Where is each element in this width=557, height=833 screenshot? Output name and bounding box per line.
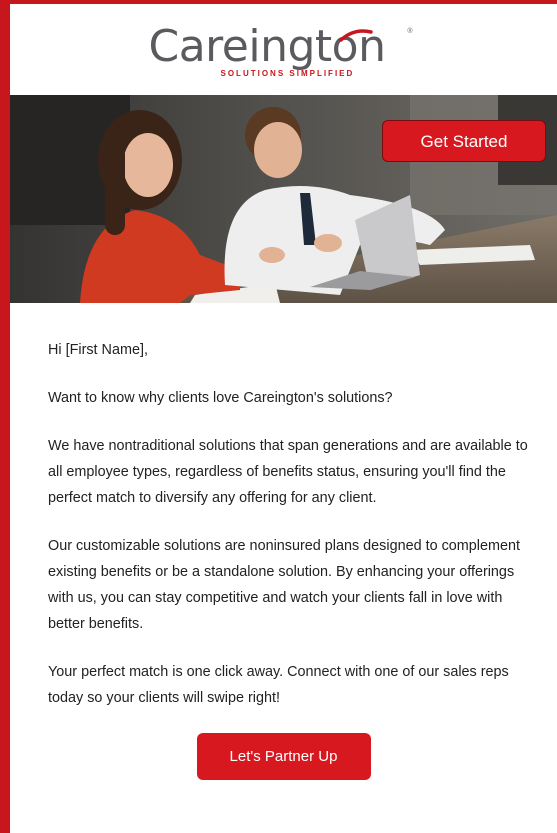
lets-partner-up-button[interactable]: Let's Partner Up xyxy=(196,733,371,780)
cta-wrapper: Let's Partner Up xyxy=(48,733,537,780)
body-paragraph-3: Our customizable solutions are noninsure… xyxy=(48,538,520,632)
email-frame: Careington ® SOLUTIONS SIMPLIFIED Get St… xyxy=(0,0,557,833)
get-started-button[interactable]: Get Started xyxy=(382,120,546,162)
email-header: Careington ® SOLUTIONS SIMPLIFIED xyxy=(10,4,557,95)
logo-tagline: SOLUTIONS SIMPLIFIED xyxy=(220,69,355,78)
body-paragraph-4: Your perfect match is one click away. Co… xyxy=(48,664,509,706)
body-paragraph-2: We have nontraditional solutions that sp… xyxy=(48,438,528,506)
careington-logo[interactable]: Careington ® SOLUTIONS SIMPLIFIED xyxy=(149,22,419,92)
body-paragraph-1: Want to know why clients love Careington… xyxy=(48,390,393,406)
hero-banner: Get Started xyxy=(10,95,557,303)
greeting-text: Hi [First Name], xyxy=(48,342,148,358)
email-body: Hi [First Name], Want to know why client… xyxy=(10,303,557,780)
